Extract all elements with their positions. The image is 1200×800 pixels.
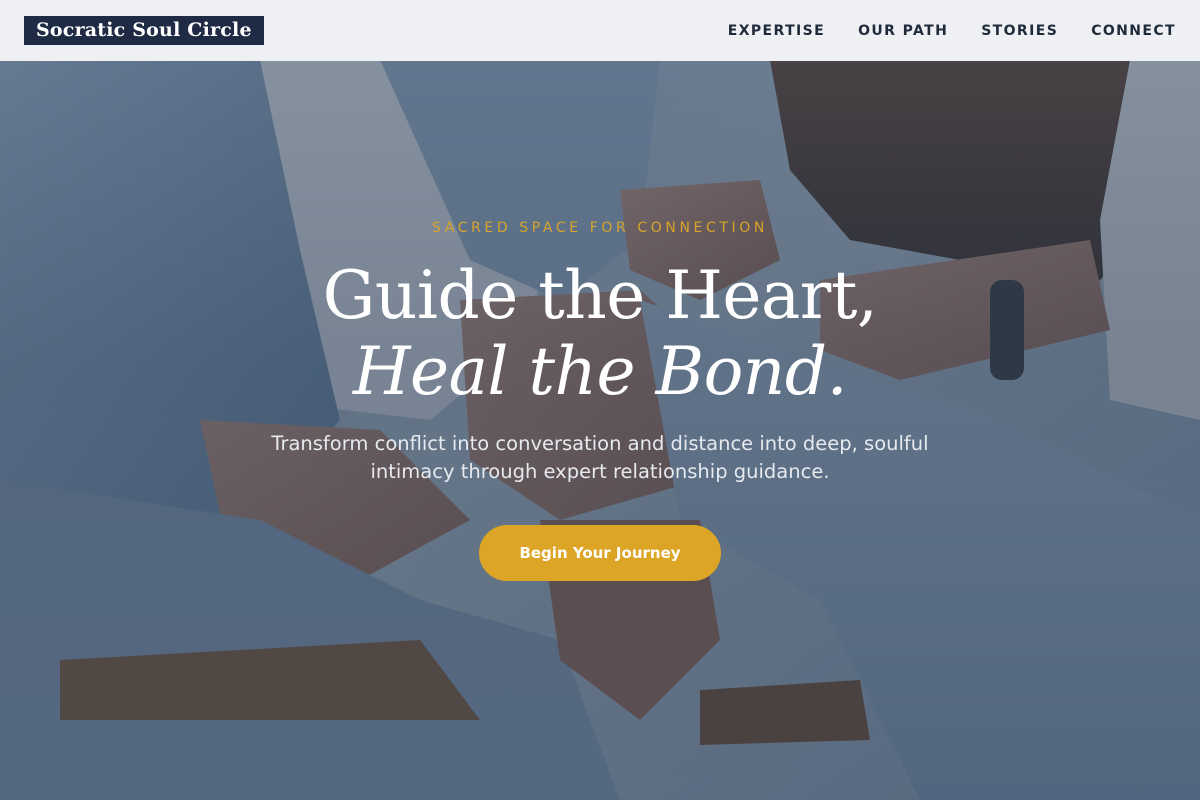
nav-link-expertise[interactable]: EXPERTISE: [728, 23, 825, 39]
hero-headline: Guide the Heart, Heal the Bond.: [0, 258, 1200, 410]
hero-headline-line1: Guide the Heart,: [322, 257, 878, 334]
hero-subtitle: Transform conflict into conversation and…: [271, 432, 929, 483]
hero-headline-line2: Heal the Bond.: [352, 333, 848, 410]
hero-content: SACRED SPACE FOR CONNECTION Guide the He…: [0, 0, 1200, 800]
begin-journey-button[interactable]: Begin Your Journey: [479, 525, 721, 581]
nav-link-our-path[interactable]: OUR PATH: [858, 23, 948, 39]
hero-eyebrow: SACRED SPACE FOR CONNECTION: [432, 220, 768, 236]
nav-link-connect[interactable]: CONNECT: [1091, 23, 1176, 39]
nav-links: EXPERTISE OUR PATH STORIES CONNECT: [728, 23, 1176, 39]
top-navbar: Socratic Soul Circle EXPERTISE OUR PATH …: [0, 0, 1200, 61]
site-logo[interactable]: Socratic Soul Circle: [24, 16, 264, 45]
nav-link-stories[interactable]: STORIES: [981, 23, 1058, 39]
